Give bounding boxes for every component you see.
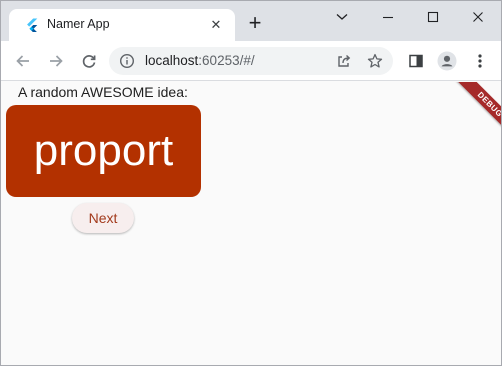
flutter-icon <box>27 18 38 32</box>
tab-close-icon[interactable]: ✕ <box>207 16 225 34</box>
browser-toolbar: localhost:60253/#/ <box>1 41 501 81</box>
url-host: localhost <box>145 53 199 68</box>
tab-strip: Namer App ✕ + <box>1 1 501 41</box>
app-page: A random AWESOME idea: proport Next <box>1 82 501 365</box>
debug-banner: DEBUG <box>437 82 501 146</box>
word-pair-text: proport <box>33 126 174 175</box>
window-close-icon[interactable] <box>455 1 501 33</box>
site-info-icon[interactable] <box>119 53 135 69</box>
bookmark-star-icon[interactable] <box>366 52 384 70</box>
maximize-icon[interactable] <box>410 1 456 33</box>
new-tab-icon[interactable]: + <box>244 12 266 35</box>
word-pair-card: proport <box>6 105 201 197</box>
profile-avatar-icon[interactable] <box>437 51 457 71</box>
chevron-down-icon[interactable] <box>319 1 365 33</box>
forward-arrow-icon[interactable] <box>44 49 68 73</box>
debug-label: DEBUG <box>453 82 501 141</box>
url-path: :60253/#/ <box>198 53 255 68</box>
more-menu-icon[interactable] <box>470 51 490 71</box>
tab-namer-app[interactable]: Namer App ✕ <box>9 9 235 41</box>
minimize-icon[interactable] <box>365 1 411 33</box>
browser-window: Namer App ✕ + localhost:60253/#/ A rando… <box>0 0 502 366</box>
idea-label: A random AWESOME idea: <box>18 84 188 100</box>
side-panel-icon[interactable] <box>406 51 426 71</box>
address-bar[interactable]: localhost:60253/#/ <box>109 47 393 75</box>
reload-icon[interactable] <box>77 49 101 73</box>
back-arrow-icon[interactable] <box>11 49 35 73</box>
tab-title: Namer App <box>47 17 110 31</box>
next-button[interactable]: Next <box>72 203 134 233</box>
share-icon[interactable] <box>335 52 353 70</box>
url-text: localhost:60253/#/ <box>145 53 255 68</box>
